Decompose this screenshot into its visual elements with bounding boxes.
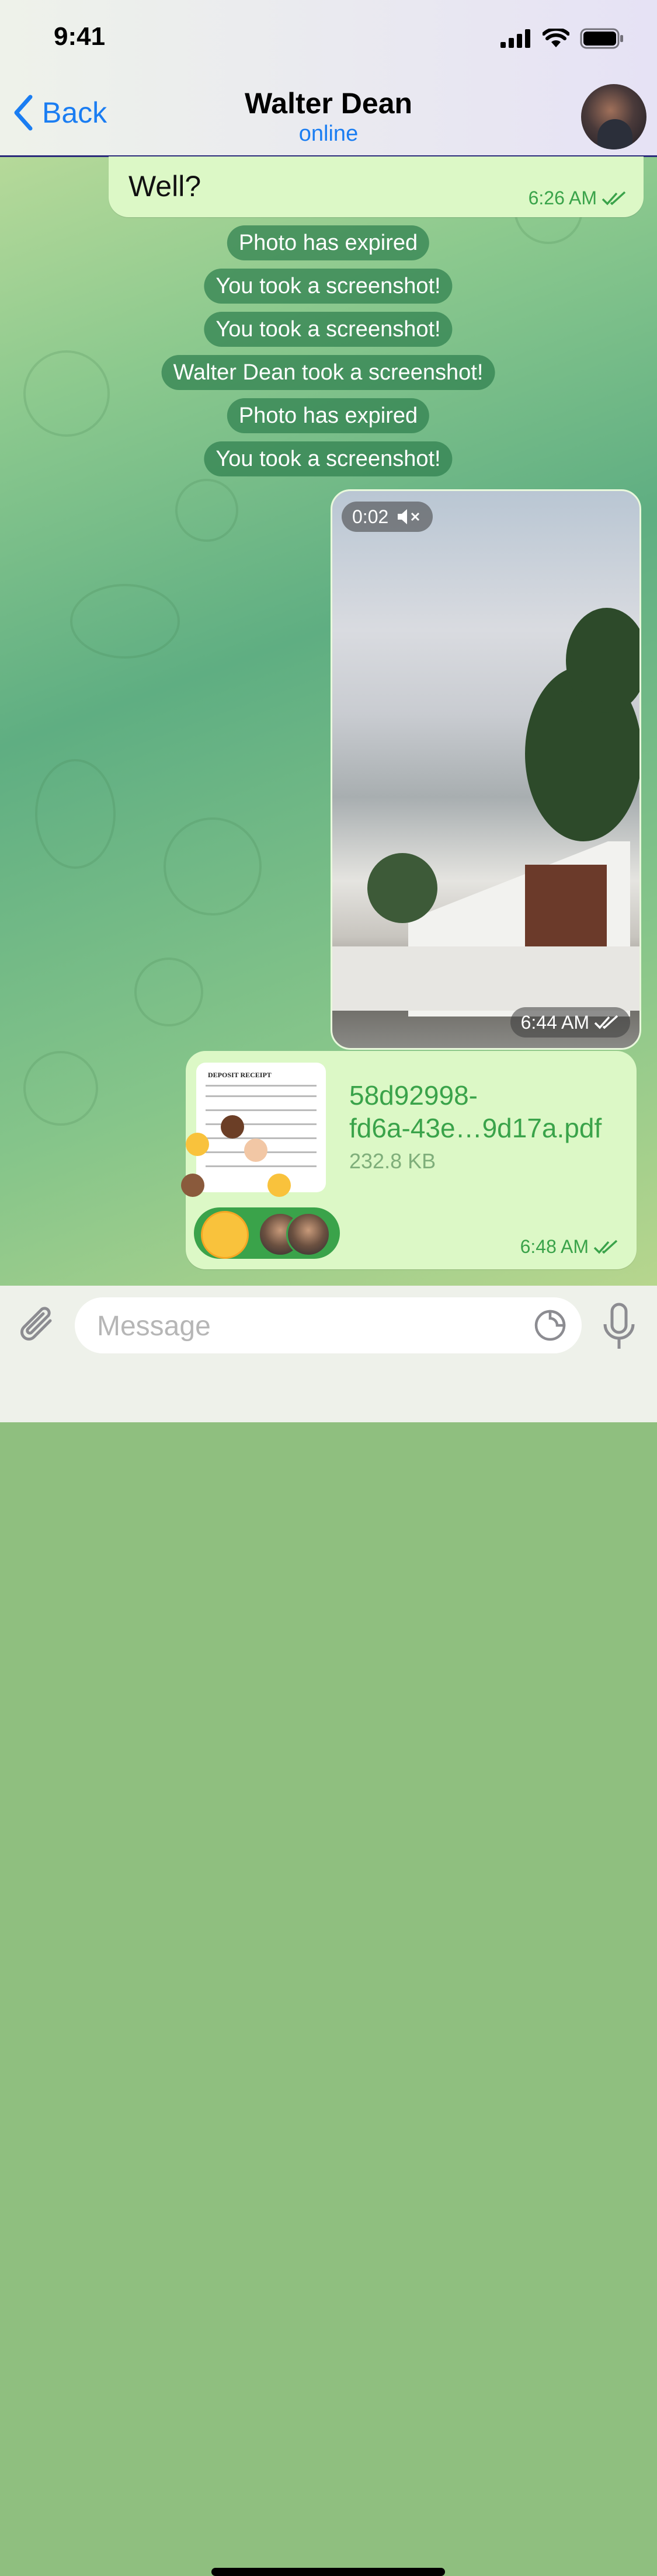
sticker-icon[interactable]	[534, 1309, 566, 1342]
message-input-field[interactable]	[75, 1297, 582, 1355]
message-text: Well?	[128, 170, 201, 203]
double-check-icon	[602, 191, 626, 206]
thumbs-up-emoji	[221, 1115, 244, 1139]
thumbs-up-icon	[201, 1211, 249, 1259]
service-message: You took a screenshot!	[204, 441, 453, 476]
reaction-avatar	[286, 1212, 331, 1256]
thumbnail-line	[206, 1137, 317, 1139]
thumbnail-line	[206, 1095, 317, 1097]
message-meta: 6:26 AM	[529, 187, 627, 209]
chat-header: Back Walter Dean online	[0, 77, 657, 157]
video-time: 6:44 AM	[520, 1012, 589, 1033]
thumbs-up-emoji	[267, 1174, 291, 1197]
video-duration-badge[interactable]: 0:02	[342, 502, 433, 532]
contact-status: online	[298, 121, 359, 146]
service-message: You took a screenshot!	[204, 312, 453, 347]
video-frame-palm	[367, 853, 437, 923]
double-check-icon	[593, 1240, 618, 1254]
composer-bar	[0, 1286, 657, 2576]
status-bar: 9:41	[0, 0, 657, 77]
message-input[interactable]	[96, 1297, 507, 1355]
service-message: Photo has expired	[227, 398, 430, 433]
file-name[interactable]: 58d92998- fd6a-43e…9d17a.pdf	[349, 1079, 602, 1144]
wifi-icon	[543, 29, 569, 47]
battery-icon	[580, 28, 623, 49]
thumbnail-line	[206, 1109, 317, 1111]
double-check-icon	[594, 1015, 618, 1029]
video-frame-tree	[566, 608, 639, 713]
thumbs-up-emoji	[244, 1139, 267, 1162]
thumbnail-title: DEPOSIT RECEIPT	[208, 1071, 272, 1079]
thumbs-up-emoji	[181, 1174, 204, 1197]
outgoing-message[interactable]: Well? 6:26 AM	[109, 156, 644, 217]
thumbnail-line	[206, 1085, 317, 1087]
service-message: Walter Dean took a screenshot!	[161, 355, 495, 390]
file-message[interactable]: DEPOSIT RECEIPT 58d92998- fd6a-43e…9d17a…	[181, 1051, 637, 1269]
thumbs-up-emoji	[186, 1133, 209, 1156]
contact-name[interactable]: Walter Dean	[0, 86, 657, 120]
service-message: You took a screenshot!	[204, 269, 453, 304]
file-meta: 6:48 AM	[520, 1236, 619, 1258]
file-thumbnail[interactable]: DEPOSIT RECEIPT	[196, 1063, 326, 1192]
video-frame-wall	[332, 946, 639, 1011]
signal-icon	[500, 29, 530, 48]
file-time: 6:48 AM	[520, 1236, 589, 1257]
muted-speaker-icon	[398, 509, 420, 524]
status-icons	[500, 28, 624, 49]
file-size: 232.8 KB	[349, 1149, 436, 1173]
service-message: Photo has expired	[227, 225, 430, 260]
paperclip-icon[interactable]	[18, 1303, 58, 1350]
thumbnail-line	[206, 1165, 317, 1167]
microphone-icon[interactable]	[602, 1302, 637, 1351]
video-message[interactable]: 0:02 6:44 AM	[331, 489, 641, 1050]
video-duration: 0:02	[352, 506, 389, 527]
video-meta: 6:44 AM	[510, 1007, 630, 1038]
contact-avatar[interactable]	[581, 84, 646, 149]
status-time: 9:41	[54, 22, 106, 51]
message-time: 6:26 AM	[528, 187, 597, 208]
reaction-pill[interactable]	[194, 1207, 340, 1259]
home-indicator	[211, 2568, 445, 2576]
